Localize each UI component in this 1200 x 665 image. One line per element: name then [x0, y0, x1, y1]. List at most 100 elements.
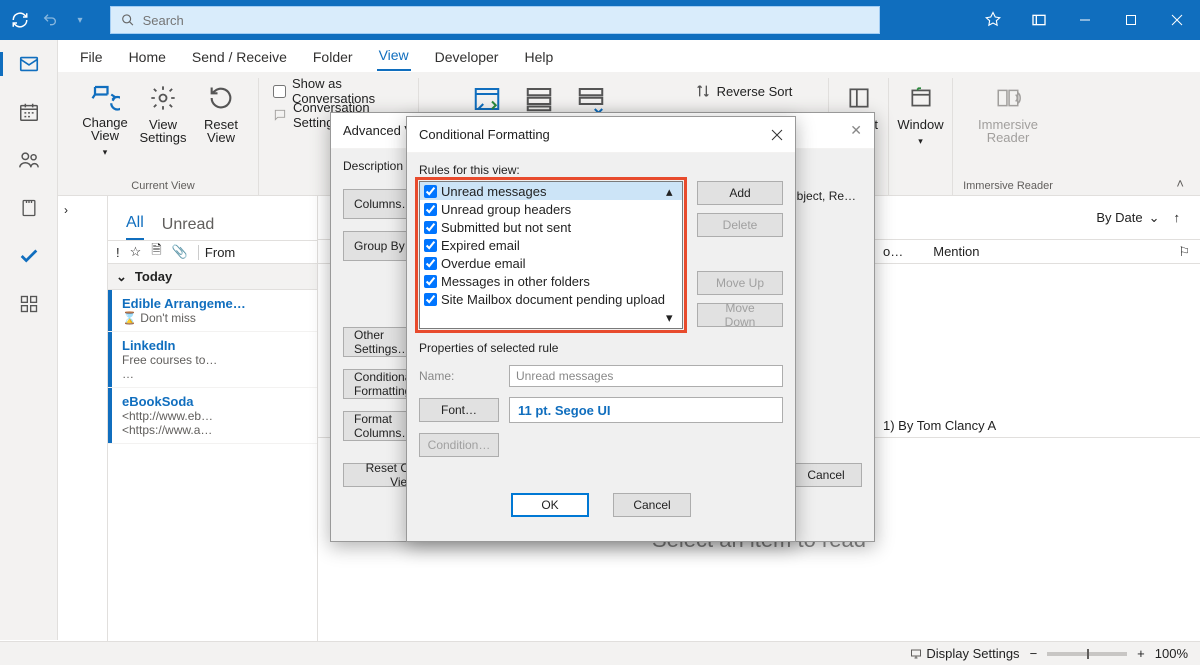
rule-item[interactable]: Unread group headers [420, 200, 682, 218]
zoom-out[interactable]: − [1030, 646, 1038, 661]
close-button[interactable] [1154, 0, 1200, 40]
scroll-up-icon[interactable]: ▴ [666, 184, 680, 200]
zoom-level: 100% [1155, 646, 1188, 661]
titlebar: ▾ [0, 0, 1200, 40]
nav-column: › [58, 196, 108, 641]
cf-close-button[interactable] [771, 129, 783, 141]
message-item[interactable]: LinkedIn Free courses to… … [108, 332, 317, 388]
adv-close-button[interactable]: ✕ [850, 122, 862, 139]
rail-calendar-icon[interactable] [13, 98, 45, 126]
collapse-ribbon-icon[interactable]: ˄ [1176, 176, 1184, 191]
cf-rules-listbox[interactable]: Unread messages Unread group headers Sub… [419, 181, 683, 329]
list2-icon [574, 84, 608, 114]
column-header-row: ! ☆ 🗎 📎 From [108, 240, 317, 264]
show-conv-checkbox[interactable] [273, 85, 286, 98]
chevron-down-icon[interactable]: ⌄ [1149, 210, 1160, 226]
list-icon [522, 84, 556, 114]
reverse-sort[interactable]: Reverse Sort [691, 80, 797, 102]
premium-icon[interactable] [970, 0, 1016, 40]
message-item[interactable]: Edible Arrangeme… ⌛ Don't miss [108, 290, 317, 332]
display-settings[interactable]: Display Settings [909, 646, 1020, 661]
rule-item[interactable]: Messages in other folders [420, 272, 682, 290]
rail-notes-icon[interactable] [13, 194, 45, 222]
scroll-down-icon[interactable]: ▾ [666, 310, 680, 326]
sort-asc-icon[interactable]: ↑ [1174, 210, 1181, 225]
expand-nav-icon[interactable]: › [64, 203, 68, 217]
tab-folder[interactable]: Folder [311, 43, 355, 71]
importance-col-icon[interactable]: ! [116, 245, 120, 260]
rail-mail-icon[interactable] [13, 50, 45, 78]
rule-item[interactable]: Submitted but not sent [420, 218, 682, 236]
cf-condition-button: Condition… [419, 433, 499, 457]
sync-icon[interactable] [10, 10, 30, 30]
reset-view-button[interactable]: Reset View [194, 78, 248, 158]
qat-dropdown-icon[interactable]: ▾ [70, 10, 90, 30]
cf-ok-button[interactable]: OK [511, 493, 589, 517]
rule-item[interactable]: Expired email [420, 236, 682, 254]
group-label: Current View [68, 180, 258, 192]
rail-tasks-icon[interactable] [13, 242, 45, 270]
cf-font-button[interactable]: Font… [419, 398, 499, 422]
change-view-button[interactable]: Change View ▾ [78, 78, 132, 158]
minimize-button[interactable] [1062, 0, 1108, 40]
status-bar: Display Settings − + 100% [0, 641, 1200, 665]
tab-home[interactable]: Home [127, 43, 168, 71]
zoom-in[interactable]: + [1137, 646, 1145, 661]
group-immersive: Immersive Reader Immersive Reader [953, 78, 1063, 196]
show-as-conversations[interactable]: Show as Conversations [269, 80, 408, 102]
immersive-label: Immersive Reader [953, 180, 1063, 192]
search-input[interactable] [143, 13, 869, 28]
rule-item[interactable]: Unread messages [420, 182, 682, 200]
undo-icon[interactable] [40, 10, 60, 30]
filter-unread[interactable]: Unread [162, 216, 214, 240]
rule-item[interactable]: Overdue email [420, 254, 682, 272]
ribbon-tabs: File Home Send / Receive Folder View Dev… [58, 40, 1200, 72]
rule-item[interactable]: Site Mailbox document pending upload [420, 290, 682, 308]
cf-title: Conditional Formatting [419, 127, 550, 142]
conditional-formatting-dialog: Conditional Formatting Rules for this vi… [406, 116, 796, 542]
ribbon-display-icon[interactable] [1016, 0, 1062, 40]
search-box[interactable] [110, 6, 880, 34]
zoom-slider[interactable] [1047, 652, 1127, 656]
immersive-reader-button: Immersive Reader [981, 78, 1035, 158]
tab-sendreceive[interactable]: Send / Receive [190, 43, 289, 71]
sort-by-date[interactable]: By Date [1096, 210, 1142, 225]
cf-movedown-button: Move Down [697, 303, 783, 327]
adv-cancel-button[interactable]: Cancel [790, 463, 862, 487]
cf-add-button[interactable]: Add [697, 181, 783, 205]
cf-name-label: Name: [419, 369, 499, 383]
col-mention[interactable]: Mention [933, 244, 979, 259]
search-icon [121, 13, 135, 27]
tab-developer[interactable]: Developer [433, 43, 501, 71]
window-button[interactable]: Window▾ [894, 78, 948, 158]
left-rail [0, 40, 58, 640]
tab-file[interactable]: File [78, 43, 105, 71]
icon-col-icon[interactable]: 🗎 [151, 241, 161, 263]
maximize-button[interactable] [1108, 0, 1154, 40]
cf-cancel-button[interactable]: Cancel [613, 493, 691, 517]
rail-people-icon[interactable] [13, 146, 45, 174]
group-current-view: Change View ▾ View Settings Reset View C… [68, 78, 259, 196]
chevron-down-icon: ⌄ [116, 269, 127, 285]
group-today[interactable]: ⌄ Today [108, 264, 317, 290]
rail-more-icon[interactable] [13, 290, 45, 318]
tab-view[interactable]: View [377, 41, 411, 71]
cf-delete-button: Delete [697, 213, 783, 237]
message-list: All Unread ! ☆ 🗎 📎 From ⌄ Today Edible A… [108, 196, 318, 641]
cf-font-preview: 11 pt. Segoe UI [509, 397, 783, 423]
cf-rules-label: Rules for this view: [419, 163, 783, 177]
detail-text: 1) By Tom Clancy A [883, 418, 996, 433]
from-col[interactable]: From [198, 245, 235, 260]
view-settings-button[interactable]: View Settings [136, 78, 190, 158]
cf-name-field: Unread messages [509, 365, 783, 387]
message-item[interactable]: eBookSoda <http://www.eb… <https://www.a… [108, 388, 317, 444]
filter-all[interactable]: All [126, 214, 144, 240]
sort-icon [695, 83, 711, 99]
col-o[interactable]: o… [883, 244, 903, 259]
filter-icon[interactable]: ⚐ [1178, 244, 1190, 260]
date-icon [470, 84, 504, 114]
attach-col-icon[interactable]: 📎 [172, 244, 188, 260]
reminder-col-icon[interactable]: ☆ [130, 244, 142, 260]
tab-help[interactable]: Help [522, 43, 555, 71]
cf-moveup-button: Move Up [697, 271, 783, 295]
